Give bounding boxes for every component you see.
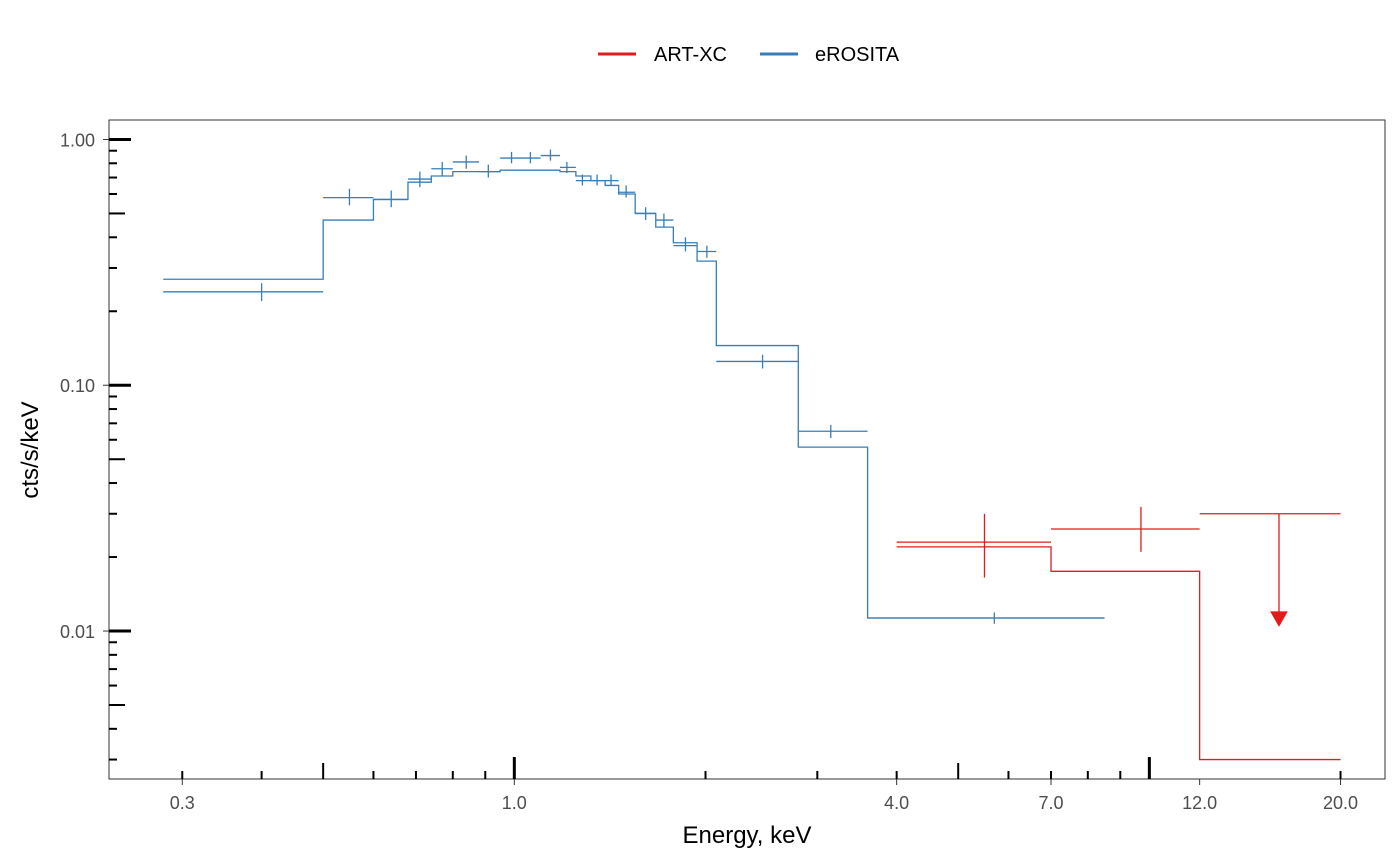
- data-point-erosita: [431, 161, 453, 177]
- spectrum-chart: ART-XC eROSITA 0.3 1.0 4.0 7.0 12.0 20.0 1.00…: [17, 44, 1386, 849]
- legend: ART-XC eROSITA: [598, 44, 900, 66]
- y-tick-label: 1.00: [60, 130, 95, 150]
- x-tick-label: 0.3: [170, 793, 195, 813]
- upper-limit-arrow: [1270, 611, 1288, 627]
- data-point-erosita: [373, 190, 408, 208]
- model-step-line-art-xc: [896, 546, 1341, 761]
- data-point-erosita: [673, 237, 698, 252]
- data-point-erosita: [540, 149, 560, 161]
- data-point-erosita: [452, 155, 480, 169]
- data-point-art-xc: [1050, 506, 1200, 552]
- legend-label-erosita: eROSITA: [815, 44, 900, 66]
- data-point-erosita: [618, 185, 636, 198]
- plot-panel: [108, 119, 1386, 780]
- legend-label-art-xc: ART-XC: [654, 44, 727, 66]
- data-point-erosita: [697, 245, 717, 258]
- data-point-erosita: [716, 354, 799, 369]
- y-axis-title: cts/s/keV: [17, 401, 44, 498]
- series-art-xc: [896, 506, 1341, 761]
- data-point-erosita: [605, 174, 619, 186]
- x-tick-label: 12.0: [1182, 793, 1217, 813]
- data-point-erosita: [479, 164, 501, 178]
- data-point-erosita: [798, 424, 868, 439]
- data-point-art-xc: [1199, 513, 1341, 627]
- data-point-erosita: [867, 612, 1105, 624]
- y-axis-ticks: 1.00 0.10 0.01: [60, 130, 131, 761]
- x-tick-label: 7.0: [1038, 793, 1063, 813]
- x-tick-label: 20.0: [1323, 793, 1358, 813]
- model-step-line-erosita: [163, 169, 1105, 619]
- x-axis-ticks: 0.3 1.0 4.0 7.0 12.0 20.0: [170, 757, 1358, 813]
- series-layer: [163, 149, 1341, 761]
- data-point-art-xc: [896, 513, 1051, 578]
- y-tick-label: 0.10: [60, 376, 95, 396]
- data-point-erosita: [522, 151, 541, 164]
- data-point-erosita: [500, 151, 523, 164]
- x-tick-label: 4.0: [884, 793, 909, 813]
- y-tick-label: 0.01: [60, 622, 95, 642]
- series-erosita: [163, 149, 1105, 624]
- data-point-erosita: [655, 213, 674, 228]
- x-axis-title: Energy, keV: [683, 822, 812, 849]
- data-point-erosita: [163, 283, 324, 302]
- x-tick-label: 1.0: [502, 793, 527, 813]
- data-point-erosita: [635, 207, 656, 221]
- data-point-erosita: [590, 174, 606, 186]
- data-point-erosita: [323, 188, 374, 206]
- data-point-erosita: [407, 171, 432, 188]
